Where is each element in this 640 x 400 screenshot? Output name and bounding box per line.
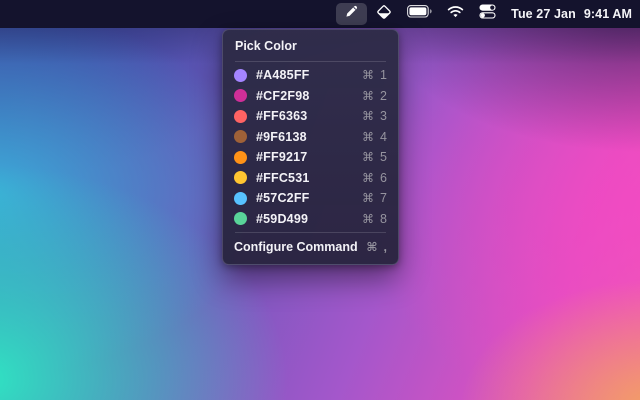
shortcut-key: 1 — [380, 68, 387, 82]
color-swatch — [234, 110, 247, 123]
color-swatch — [234, 171, 247, 184]
color-menu-item[interactable]: #FFC531 ⌘ 6 — [223, 168, 398, 189]
diamond-app-menubar-button[interactable] — [370, 3, 398, 25]
shortcut-key: 2 — [380, 89, 387, 103]
color-hex-label: #FF9217 — [256, 150, 362, 164]
color-list: #A485FF ⌘ 1 #CF2F98 ⌘ 2 #FF6363 ⌘ 3 #9F6… — [223, 62, 398, 232]
shortcut-key: 7 — [380, 191, 387, 205]
battery-icon — [407, 5, 432, 23]
color-menu-item[interactable]: #CF2F98 ⌘ 2 — [223, 86, 398, 107]
color-menu-item[interactable]: #FF6363 ⌘ 3 — [223, 106, 398, 127]
menu-bar: Tue 27 Jan 9:41 AM — [0, 0, 640, 28]
command-key-symbol: ⌘ — [362, 130, 374, 144]
color-swatch — [234, 130, 247, 143]
menubar-clock[interactable]: Tue 27 Jan 9:41 AM — [511, 7, 632, 21]
configure-command-shortcut: ⌘ , — [366, 240, 387, 254]
shortcut-key: , — [384, 240, 387, 254]
color-picker-menubar-button[interactable] — [336, 3, 367, 25]
command-key-symbol: ⌘ — [362, 171, 374, 185]
color-hex-label: #9F6138 — [256, 130, 362, 144]
menu-separator — [235, 232, 386, 233]
shortcut-key: 5 — [380, 150, 387, 164]
color-menu-item[interactable]: #9F6138 ⌘ 4 — [223, 127, 398, 148]
shortcut-key: 4 — [380, 130, 387, 144]
shortcut-label: ⌘ 2 — [362, 89, 387, 103]
configure-command-label: Configure Command — [234, 240, 366, 254]
shortcut-label: ⌘ 3 — [362, 109, 387, 123]
diamond-icon — [376, 4, 392, 25]
menubar-date: Tue 27 Jan — [511, 7, 576, 21]
color-swatch — [234, 192, 247, 205]
color-menu-item[interactable]: #57C2FF ⌘ 7 — [223, 188, 398, 209]
command-key-symbol: ⌘ — [362, 150, 374, 164]
command-key-symbol: ⌘ — [362, 109, 374, 123]
wifi-menubar-button[interactable] — [441, 3, 470, 25]
color-swatch — [234, 89, 247, 102]
toggles-icon — [479, 4, 496, 24]
color-swatch — [234, 69, 247, 82]
shortcut-label: ⌘ 1 — [362, 68, 387, 82]
desktop: Tue 27 Jan 9:41 AM Pick Color #A485FF ⌘ … — [0, 0, 640, 400]
pick-color-title: Pick Color — [223, 37, 398, 61]
command-key-symbol: ⌘ — [366, 240, 377, 254]
color-swatch — [234, 151, 247, 164]
shortcut-key: 8 — [380, 212, 387, 226]
shortcut-label: ⌘ 6 — [362, 171, 387, 185]
pick-color-menu: Pick Color #A485FF ⌘ 1 #CF2F98 ⌘ 2 #FF63… — [222, 29, 399, 265]
command-key-symbol: ⌘ — [362, 212, 374, 226]
command-key-symbol: ⌘ — [362, 191, 374, 205]
color-hex-label: #59D499 — [256, 212, 362, 226]
color-menu-item[interactable]: #FF9217 ⌘ 5 — [223, 147, 398, 168]
toggles-menubar-button[interactable] — [473, 3, 502, 25]
color-hex-label: #A485FF — [256, 68, 362, 82]
shortcut-key: 6 — [380, 171, 387, 185]
shortcut-key: 3 — [380, 109, 387, 123]
shortcut-label: ⌘ 7 — [362, 191, 387, 205]
battery-menubar-button[interactable] — [401, 3, 438, 25]
color-hex-label: #CF2F98 — [256, 89, 362, 103]
shortcut-label: ⌘ 5 — [362, 150, 387, 164]
configure-command-item[interactable]: Configure Command ⌘ , — [223, 235, 398, 258]
color-menu-item[interactable]: #A485FF ⌘ 1 — [223, 65, 398, 86]
color-hex-label: #57C2FF — [256, 191, 362, 205]
color-menu-item[interactable]: #59D499 ⌘ 8 — [223, 209, 398, 230]
wifi-icon — [447, 5, 464, 23]
color-hex-label: #FFC531 — [256, 171, 362, 185]
shortcut-label: ⌘ 4 — [362, 130, 387, 144]
menubar-time: 9:41 AM — [584, 7, 632, 21]
command-key-symbol: ⌘ — [362, 68, 374, 82]
shortcut-label: ⌘ 8 — [362, 212, 387, 226]
pencil-icon — [344, 4, 359, 24]
color-swatch — [234, 212, 247, 225]
color-hex-label: #FF6363 — [256, 109, 362, 123]
command-key-symbol: ⌘ — [362, 89, 374, 103]
